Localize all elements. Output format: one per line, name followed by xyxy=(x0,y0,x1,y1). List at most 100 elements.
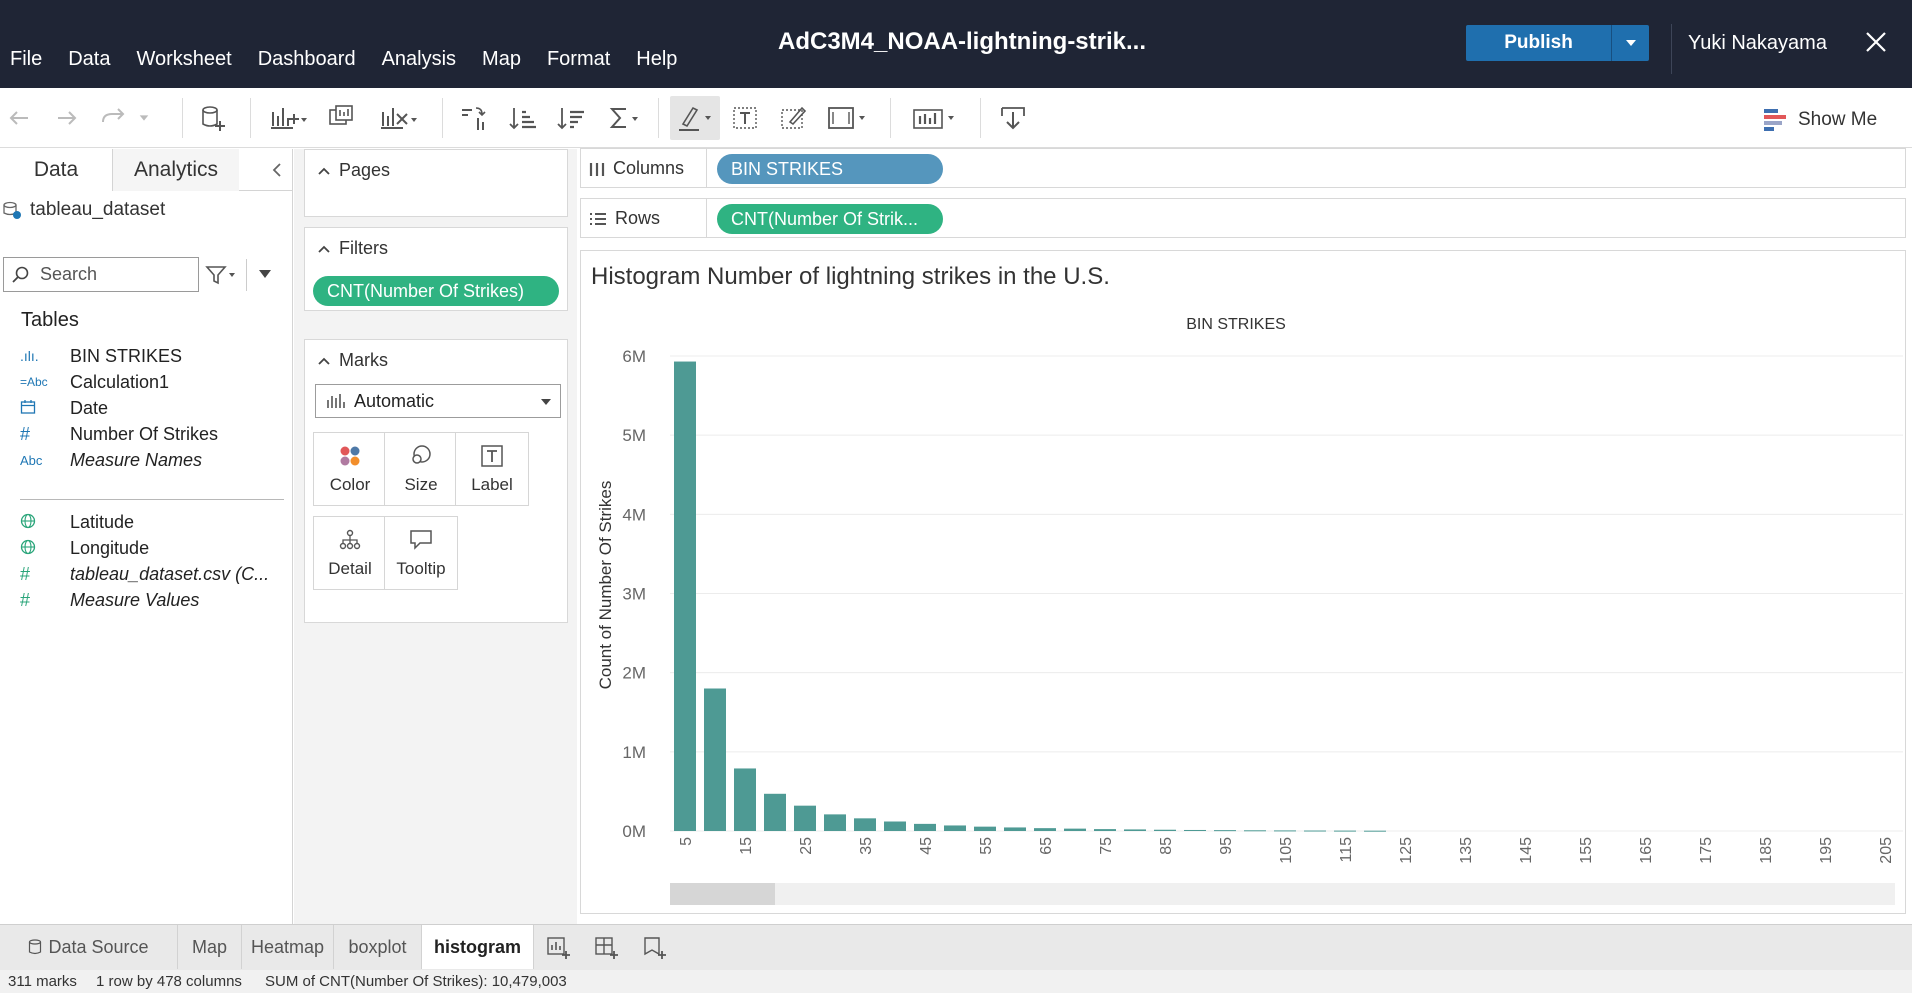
histogram-bar[interactable] xyxy=(884,821,906,832)
caret-down-icon[interactable] xyxy=(258,267,272,281)
fit-button[interactable] xyxy=(822,102,870,134)
menu-map[interactable]: Map xyxy=(482,48,521,71)
histogram-bar[interactable] xyxy=(1124,829,1146,831)
new-data-source-button[interactable] xyxy=(196,102,230,134)
label-button[interactable]: Label xyxy=(455,432,529,506)
histogram-bar[interactable] xyxy=(1304,830,1326,832)
histogram-bar[interactable] xyxy=(794,805,816,831)
histogram-bar[interactable] xyxy=(1364,830,1386,832)
histogram-bar[interactable] xyxy=(764,793,786,831)
histogram-bar[interactable] xyxy=(704,688,726,832)
publish-label[interactable]: Publish xyxy=(1466,25,1611,61)
pages-card[interactable]: Pages xyxy=(304,149,568,217)
show-me-label[interactable]: Show Me xyxy=(1798,109,1877,131)
sort-descending-button[interactable] xyxy=(554,102,588,134)
new-worksheet-icon[interactable] xyxy=(546,935,572,961)
field-item[interactable]: =Abc Calculation1 xyxy=(20,369,280,395)
menu-analysis[interactable]: Analysis xyxy=(382,48,456,71)
tab-data[interactable]: Data xyxy=(0,149,113,191)
totals-button[interactable] xyxy=(604,102,644,134)
swap-rows-columns-button[interactable] xyxy=(456,102,490,134)
field-item[interactable]: Date xyxy=(20,395,280,421)
data-source-item[interactable]: tableau_dataset xyxy=(2,199,165,221)
redo-button[interactable] xyxy=(50,102,84,134)
columns-shelf[interactable]: Columns BIN STRIKES xyxy=(580,148,1906,188)
filter-pill[interactable]: CNT(Number Of Strikes) xyxy=(313,276,559,306)
menu-file[interactable]: File xyxy=(10,48,42,71)
new-dashboard-icon[interactable] xyxy=(594,935,620,961)
columns-pill[interactable]: BIN STRIKES xyxy=(717,154,943,184)
rows-shelf[interactable]: Rows CNT(Number Of Strik... xyxy=(580,198,1906,238)
histogram-bar[interactable] xyxy=(1274,830,1296,832)
field-item[interactable]: # tableau_dataset.csv (C... xyxy=(20,561,280,587)
histogram-bar[interactable] xyxy=(974,826,996,831)
menu-help[interactable]: Help xyxy=(636,48,677,71)
tooltip-button[interactable]: Tooltip xyxy=(384,516,458,590)
rows-pill[interactable]: CNT(Number Of Strik... xyxy=(717,204,943,234)
new-worksheet-button[interactable] xyxy=(264,102,310,134)
histogram-bar[interactable] xyxy=(1064,828,1086,831)
tab-sheet-heatmap[interactable]: Heatmap xyxy=(242,925,334,969)
filters-header[interactable]: Filters xyxy=(317,238,388,259)
field-search[interactable] xyxy=(3,257,199,292)
histogram-bar[interactable] xyxy=(1334,830,1356,832)
histogram-bar[interactable] xyxy=(944,825,966,831)
histogram-bar[interactable] xyxy=(1214,830,1236,832)
histogram-bar[interactable] xyxy=(854,818,876,831)
show-me-button[interactable]: Show Me xyxy=(1764,107,1877,133)
menu-worksheet[interactable]: Worksheet xyxy=(136,48,231,71)
highlight-button[interactable] xyxy=(670,96,720,140)
detail-button[interactable]: Detail xyxy=(313,516,387,590)
publish-button[interactable]: Publish xyxy=(1466,25,1649,61)
publish-dropdown[interactable] xyxy=(1611,25,1649,61)
presentation-button[interactable] xyxy=(906,102,962,134)
field-item[interactable]: .ılı. BIN STRIKES xyxy=(20,343,280,369)
bars[interactable] xyxy=(674,361,1386,832)
search-input[interactable] xyxy=(40,264,180,285)
download-button[interactable] xyxy=(996,102,1030,134)
menu-format[interactable]: Format xyxy=(547,48,610,71)
tab-sheet-histogram[interactable]: histogram xyxy=(422,925,534,969)
visualization[interactable]: Histogram Number of lightning strikes in… xyxy=(580,250,1906,914)
histogram-bar[interactable] xyxy=(824,814,846,831)
marks-header[interactable]: Marks xyxy=(317,350,388,371)
filter-icon[interactable] xyxy=(204,261,236,289)
field-item[interactable]: # Measure Values xyxy=(20,587,280,613)
sort-ascending-button[interactable] xyxy=(506,102,540,134)
histogram-bar[interactable] xyxy=(1034,828,1056,831)
format-workbook-button[interactable] xyxy=(776,102,810,134)
menu-data[interactable]: Data xyxy=(68,48,110,71)
histogram-bar[interactable] xyxy=(734,768,756,831)
tab-analytics[interactable]: Analytics xyxy=(113,149,239,191)
tab-data-source[interactable]: Data Source xyxy=(0,925,178,969)
histogram-bar[interactable] xyxy=(1244,830,1266,832)
new-story-icon[interactable] xyxy=(642,935,668,961)
collapse-pane-icon[interactable] xyxy=(268,161,286,179)
field-item[interactable]: # Number Of Strikes xyxy=(20,421,280,447)
histogram-bar[interactable] xyxy=(1094,829,1116,831)
show-mark-labels-button[interactable] xyxy=(728,102,762,134)
mark-type-select[interactable]: Automatic xyxy=(315,384,561,418)
scrollbar-thumb[interactable] xyxy=(670,883,775,905)
field-item[interactable]: Abc Measure Names xyxy=(20,447,280,473)
color-button[interactable]: Color xyxy=(313,432,387,506)
histogram-bar[interactable] xyxy=(1154,829,1176,831)
histogram-bar[interactable] xyxy=(914,823,936,831)
size-button[interactable]: Size xyxy=(384,432,458,506)
filters-card[interactable]: Filters CNT(Number Of Strikes) xyxy=(304,227,568,311)
horizontal-scrollbar[interactable] xyxy=(670,883,1895,905)
user-name[interactable]: Yuki Nakayama xyxy=(1688,32,1827,55)
histogram-bar[interactable] xyxy=(674,361,696,831)
pages-header[interactable]: Pages xyxy=(317,160,390,181)
tab-sheet-boxplot[interactable]: boxplot xyxy=(334,925,422,969)
close-icon[interactable] xyxy=(1862,28,1890,56)
histogram-bar[interactable] xyxy=(1184,829,1206,831)
undo-button[interactable] xyxy=(2,102,36,134)
replay-button[interactable] xyxy=(96,102,130,134)
histogram-bar[interactable] xyxy=(1004,827,1026,831)
field-item[interactable]: Latitude xyxy=(20,509,280,535)
histogram-chart[interactable]: BIN STRIKES Count of Number Of Strikes 0… xyxy=(581,251,1907,881)
menu-dashboard[interactable]: Dashboard xyxy=(258,48,356,71)
duplicate-sheet-button[interactable] xyxy=(324,102,358,134)
replay-dropdown[interactable] xyxy=(134,102,154,134)
